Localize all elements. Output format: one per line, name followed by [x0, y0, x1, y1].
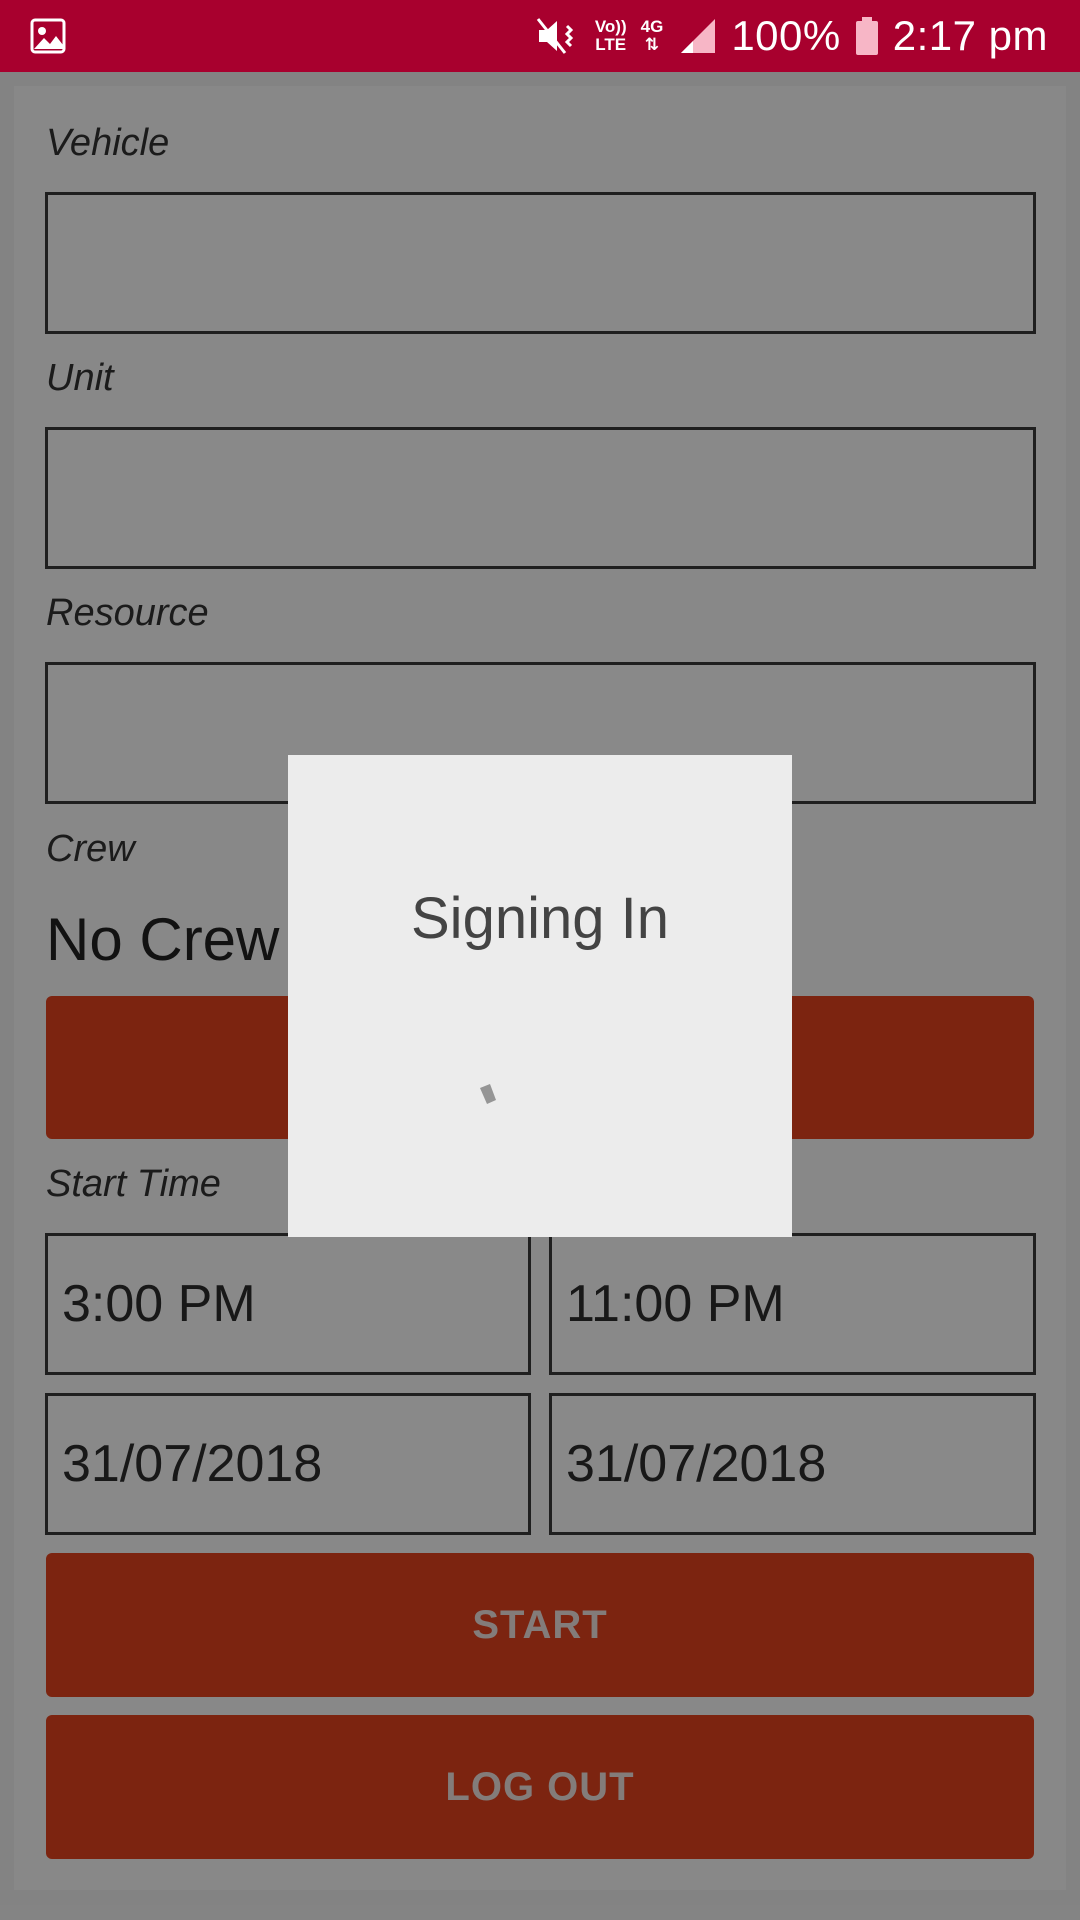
mute-vibrate-icon — [536, 18, 573, 54]
loading-spinner-icon — [480, 1084, 496, 1104]
clock: 2:17 pm — [892, 12, 1048, 59]
signing-in-dialog: Signing In — [288, 755, 792, 1237]
battery-percent: 100% — [731, 12, 841, 59]
image-icon — [30, 18, 66, 54]
dialog-title: Signing In — [411, 886, 669, 951]
volte-indicator: Vo)) LTE — [594, 17, 627, 54]
battery-icon — [855, 17, 878, 55]
signal-icon — [681, 19, 716, 53]
status-bar: Vo)) LTE 4G ⇅ 100% 2:17 pm — [0, 0, 1080, 72]
network-indicator: 4G ⇅ — [640, 17, 664, 54]
